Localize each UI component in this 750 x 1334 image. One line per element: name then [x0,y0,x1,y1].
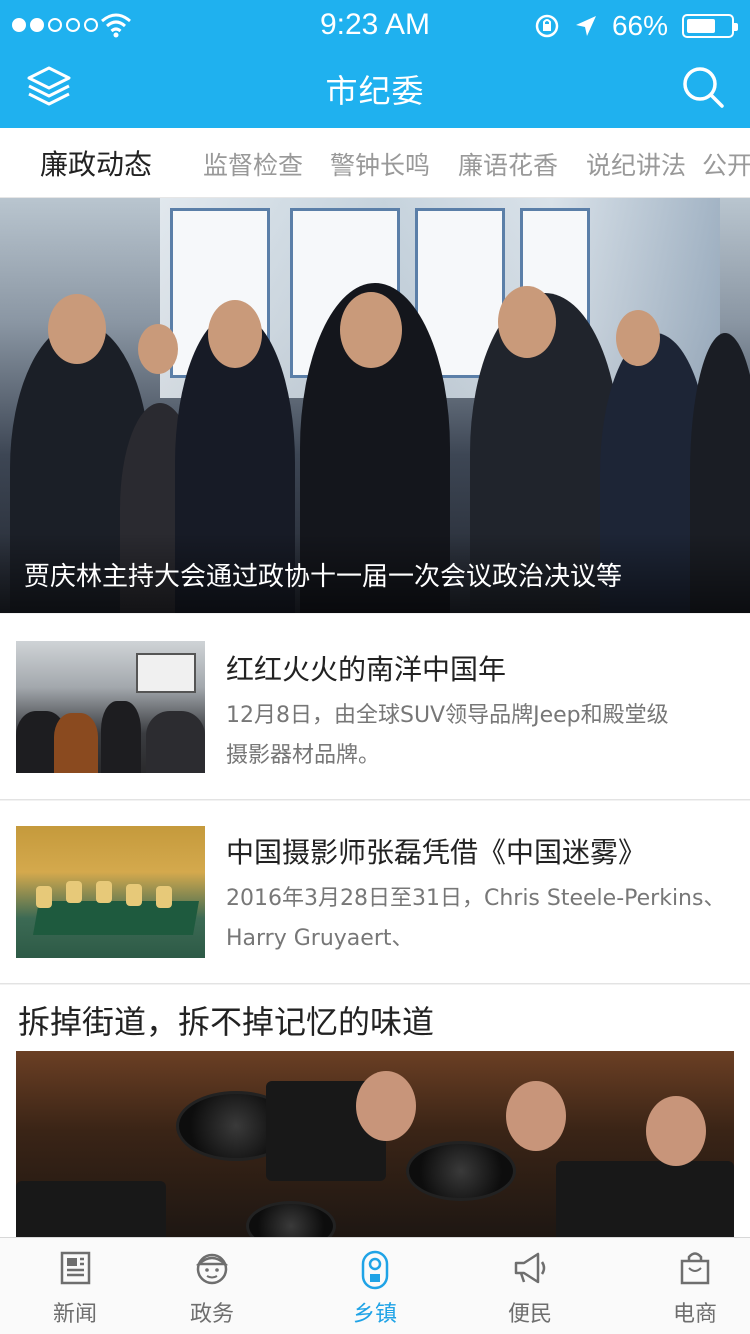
tab-convenience[interactable]: 便民 [455,1238,605,1334]
tab-gongkai[interactable]: 公开卄 [702,146,750,182]
page-title: 市纪委 [325,72,425,110]
hero-banner[interactable]: 贾庆林主持大会通过政协十一届一次会议政治决议等 [0,198,750,613]
tab-lianzheng-dongtai[interactable]: 廉政动态 [40,143,152,183]
news-thumbnail [16,641,205,773]
news-title: 红红火火的南洋中国年 [226,653,507,686]
location-arrow-icon [575,16,596,36]
shopping-bag-icon [680,1252,710,1285]
battery-fill [687,19,715,33]
feature-title: 拆掉街道，拆不掉记忆的味道 [18,1003,435,1041]
bottom-tab-bar: 新闻 政务 乡镇 便民 电商 [0,1237,750,1334]
status-bar: 9:23 AM 66% [0,0,750,50]
category-tabs: 廉政动态 监督检查 警钟长鸣 廉语花香 说纪讲法 公开卄 [0,128,750,198]
tab-news[interactable]: 新闻 [0,1238,150,1334]
tab-jingzhong-changming[interactable]: 警钟长鸣 [330,146,430,182]
tab-ecommerce[interactable]: 电商 [620,1238,750,1334]
feature-article[interactable]: 拆掉街道，拆不掉记忆的味道 [0,985,750,1237]
newspaper-icon [60,1251,91,1285]
battery-icon [682,14,738,38]
news-desc: 2016年3月28日至31日，Chris Steele-Perkins、 Har… [226,886,726,951]
official-icon [195,1253,229,1285]
tab-shuoji-jiangfa[interactable]: 说纪讲法 [586,146,686,182]
hero-caption: 贾庆林主持大会通过政协十一届一次会议政治决议等 [24,562,623,592]
feature-image [16,1051,734,1237]
orientation-lock-icon [535,14,559,38]
list-item[interactable]: 红红火火的南洋中国年 12月8日，由全球SUV领导品牌Jeep和殿堂级 摄影器材… [0,614,750,800]
news-title: 中国摄影师张磊凭借《中国迷雾》 [226,836,647,869]
nav-bar: 市纪委 [0,50,750,128]
battery-percent: 66% [611,10,668,41]
tab-lianyu-huaxiang[interactable]: 廉语花香 [458,146,558,182]
tab-government[interactable]: 政务 [137,1238,287,1334]
news-desc: 12月8日，由全球SUV领导品牌Jeep和殿堂级 摄影器材品牌。 [226,703,669,768]
top-bar: 9:23 AM 66% 市纪委 [0,0,750,128]
list-item[interactable]: 中国摄影师张磊凭借《中国迷雾》 2016年3月28日至31日，Chris Ste… [0,801,750,984]
news-thumbnail [16,826,205,958]
search-icon[interactable] [680,64,726,110]
tab-jiandu-jiancha[interactable]: 监督检查 [203,146,303,182]
tab-township[interactable]: 乡镇 [300,1238,450,1334]
location-pin-icon [361,1250,389,1290]
megaphone-icon [514,1252,546,1284]
